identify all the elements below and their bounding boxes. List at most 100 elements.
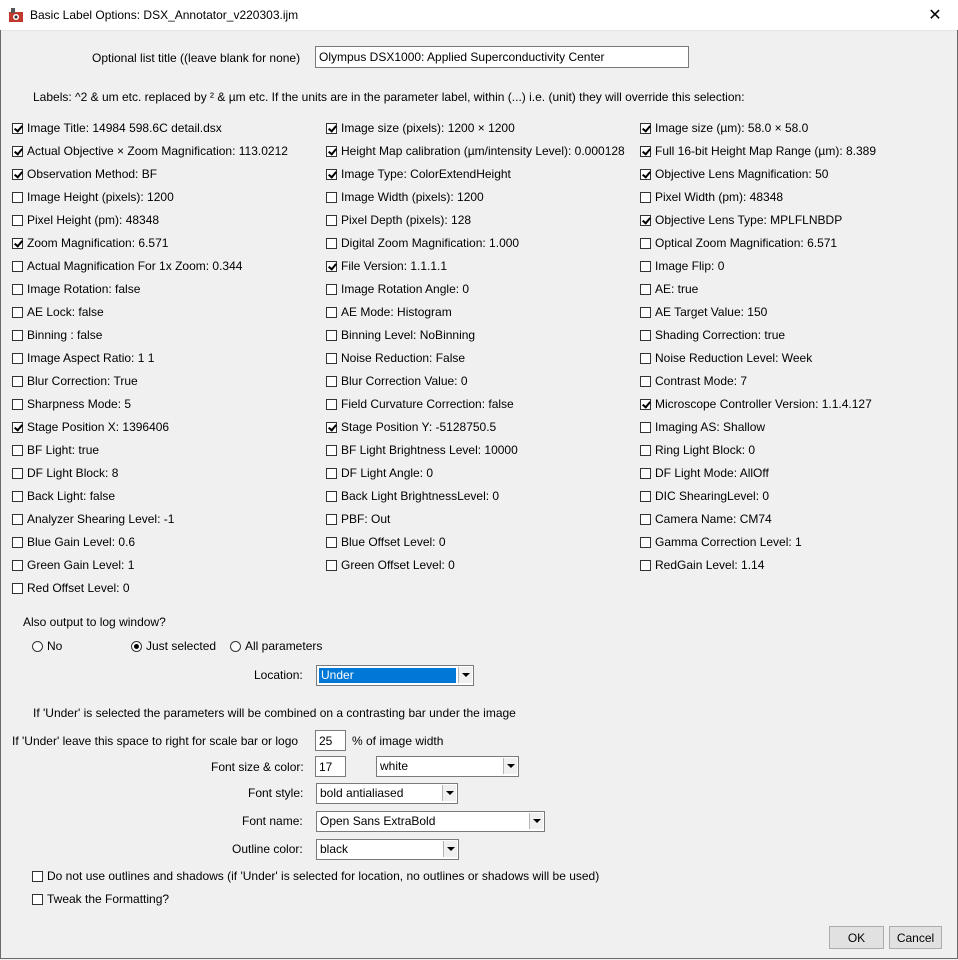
parameter-checkbox[interactable]: Noise Reduction: False [326,351,465,365]
checkbox[interactable] [326,559,337,571]
checkbox[interactable] [32,870,43,882]
parameter-checkbox[interactable]: DF Light Mode: AllOff [640,466,769,480]
checkbox[interactable] [640,122,651,134]
parameter-checkbox[interactable]: Contrast Mode: 7 [640,374,747,388]
checkbox[interactable] [12,122,23,134]
parameter-checkbox[interactable]: Actual Magnification For 1x Zoom: 0.344 [12,259,242,273]
parameter-checkbox[interactable]: Sharpness Mode: 5 [12,397,131,411]
font-size-input[interactable] [315,756,346,777]
checkbox[interactable] [12,214,23,226]
radio-log-all-parameters[interactable]: All parameters [230,639,322,653]
parameter-checkbox[interactable]: Red Offset Level: 0 [12,581,130,595]
checkbox[interactable] [326,145,337,157]
parameter-checkbox[interactable]: AE Lock: false [12,305,104,319]
radio-log-no[interactable]: No [32,639,62,653]
parameter-checkbox[interactable]: Field Curvature Correction: false [326,397,514,411]
checkbox[interactable] [12,444,23,456]
parameter-checkbox[interactable]: Microscope Controller Version: 1.1.4.127 [640,397,872,411]
parameter-checkbox[interactable]: DIC ShearingLevel: 0 [640,489,769,503]
parameter-checkbox[interactable]: Image Rotation Angle: 0 [326,282,469,296]
parameter-checkbox[interactable]: Shading Correction: true [640,328,785,342]
checkbox[interactable] [12,168,23,180]
parameter-checkbox[interactable]: DF Light Block: 8 [12,466,118,480]
parameter-checkbox[interactable]: Image Height (pixels): 1200 [12,190,174,204]
checkbox[interactable] [12,559,23,571]
checkbox[interactable] [640,398,651,410]
parameter-checkbox[interactable]: Zoom Magnification: 6.571 [12,236,168,250]
ok-button[interactable]: OK [829,926,884,949]
checkbox[interactable] [326,375,337,387]
parameter-checkbox[interactable]: DF Light Angle: 0 [326,466,433,480]
chevron-down-icon[interactable] [458,667,472,683]
checkbox[interactable] [640,375,651,387]
parameter-checkbox[interactable]: AE: true [640,282,698,296]
parameter-checkbox[interactable]: Image Width (pixels): 1200 [326,190,484,204]
checkbox[interactable] [12,145,23,157]
radio-button[interactable] [32,640,43,652]
checkbox[interactable] [640,260,651,272]
checkbox[interactable] [12,490,23,502]
checkbox[interactable] [32,893,43,905]
parameter-checkbox[interactable]: Pixel Height (pm): 48348 [12,213,159,227]
parameter-checkbox[interactable]: Image size (pixels): 1200 × 1200 [326,121,515,135]
parameter-checkbox[interactable]: BF Light: true [12,443,99,457]
checkbox[interactable] [12,467,23,479]
scale-space-input[interactable] [315,730,346,751]
parameter-checkbox[interactable]: Image Rotation: false [12,282,140,296]
font-name-select[interactable]: Open Sans ExtraBold [316,811,545,832]
checkbox[interactable] [326,490,337,502]
parameter-checkbox[interactable]: Full 16-bit Height Map Range (µm): 8.389 [640,144,876,158]
checkbox[interactable] [326,260,337,272]
parameter-checkbox[interactable]: Image Aspect Ratio: 1 1 [12,351,154,365]
checkbox[interactable] [640,168,651,180]
checkbox[interactable] [640,145,651,157]
outline-color-select[interactable]: black [316,839,459,860]
parameter-checkbox[interactable]: Image Type: ColorExtendHeight [326,167,511,181]
checkbox[interactable] [326,467,337,479]
parameter-checkbox[interactable]: Observation Method: BF [12,167,157,181]
checkbox[interactable] [640,283,651,295]
parameter-checkbox[interactable]: Pixel Width (pm): 48348 [640,190,783,204]
checkbox[interactable] [12,513,23,525]
parameter-checkbox[interactable]: Imaging AS: Shallow [640,420,765,434]
checkbox[interactable] [326,421,337,433]
checkbox[interactable] [326,237,337,249]
checkbox[interactable] [12,536,23,548]
checkbox[interactable] [12,421,23,433]
parameter-checkbox[interactable]: Back Light: false [12,489,115,503]
chevron-down-icon[interactable] [529,813,543,829]
checkbox[interactable] [326,536,337,548]
parameter-checkbox[interactable]: Blue Gain Level: 0.6 [12,535,135,549]
parameter-checkbox[interactable]: Image size (µm): 58.0 × 58.0 [640,121,808,135]
checkbox[interactable] [326,191,337,203]
checkbox[interactable] [12,582,23,594]
checkbox[interactable] [640,352,651,364]
checkbox[interactable] [326,329,337,341]
radio-button[interactable] [230,640,241,652]
checkbox[interactable] [12,375,23,387]
checkbox[interactable] [12,398,23,410]
checkbox[interactable] [326,398,337,410]
checkbox[interactable] [640,467,651,479]
checkbox[interactable] [640,421,651,433]
checkbox[interactable] [640,444,651,456]
parameter-checkbox[interactable]: Green Offset Level: 0 [326,558,455,572]
checkbox[interactable] [326,214,337,226]
checkbox[interactable] [640,237,651,249]
parameter-checkbox[interactable]: Objective Lens Magnification: 50 [640,167,828,181]
no-outlines-checkbox[interactable]: Do not use outlines and shadows (if 'Und… [32,869,599,883]
parameter-checkbox[interactable]: Actual Objective × Zoom Magnification: 1… [12,144,288,158]
parameter-checkbox[interactable]: Gamma Correction Level: 1 [640,535,802,549]
radio-button[interactable] [131,640,142,652]
parameter-checkbox[interactable]: Binning Level: NoBinning [326,328,475,342]
parameter-checkbox[interactable]: Image Title: 14984 598.6C detail.dsx [12,121,222,135]
checkbox[interactable] [12,237,23,249]
parameter-checkbox[interactable]: Back Light BrightnessLevel: 0 [326,489,499,503]
tweak-formatting-checkbox[interactable]: Tweak the Formatting? [32,892,169,906]
checkbox[interactable] [12,306,23,318]
checkbox[interactable] [12,352,23,364]
checkbox[interactable] [326,168,337,180]
close-icon[interactable]: ✕ [912,0,958,30]
radio-log-just-selected[interactable]: Just selected [131,639,216,653]
parameter-checkbox[interactable]: Objective Lens Type: MPLFLNBDP [640,213,842,227]
